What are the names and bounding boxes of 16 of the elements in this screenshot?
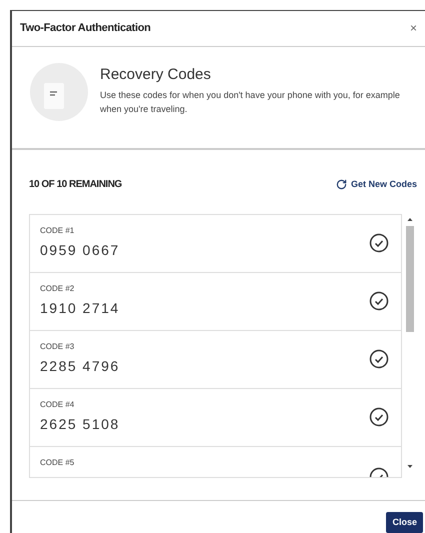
remaining-count: 10 OF 10 REMAINING: [29, 178, 122, 192]
close-button[interactable]: ×: [406, 19, 421, 38]
get-new-codes-link[interactable]: Get New Codes: [336, 178, 417, 192]
code-value: 2625 5108: [40, 414, 120, 434]
close-button[interactable]: Close: [386, 512, 423, 533]
code-value: 2285 4796: [40, 356, 120, 376]
code-value: 0959 0667: [40, 240, 120, 260]
code-label: CODE #2: [40, 282, 76, 295]
section-description: Use these codes for when you don't have your phone with you, for example when you're traveling.: [100, 89, 401, 116]
code-label: CODE #1: [40, 224, 76, 237]
dialog-title: Two-Factor Authentication: [20, 21, 151, 36]
code-label: CODE #3: [40, 340, 76, 353]
section-title: Recovery Codes: [100, 64, 212, 85]
code-value: 1910 2714: [40, 298, 120, 318]
code-label: CODE #4: [40, 398, 76, 411]
code-label: CODE #5: [40, 456, 74, 469]
